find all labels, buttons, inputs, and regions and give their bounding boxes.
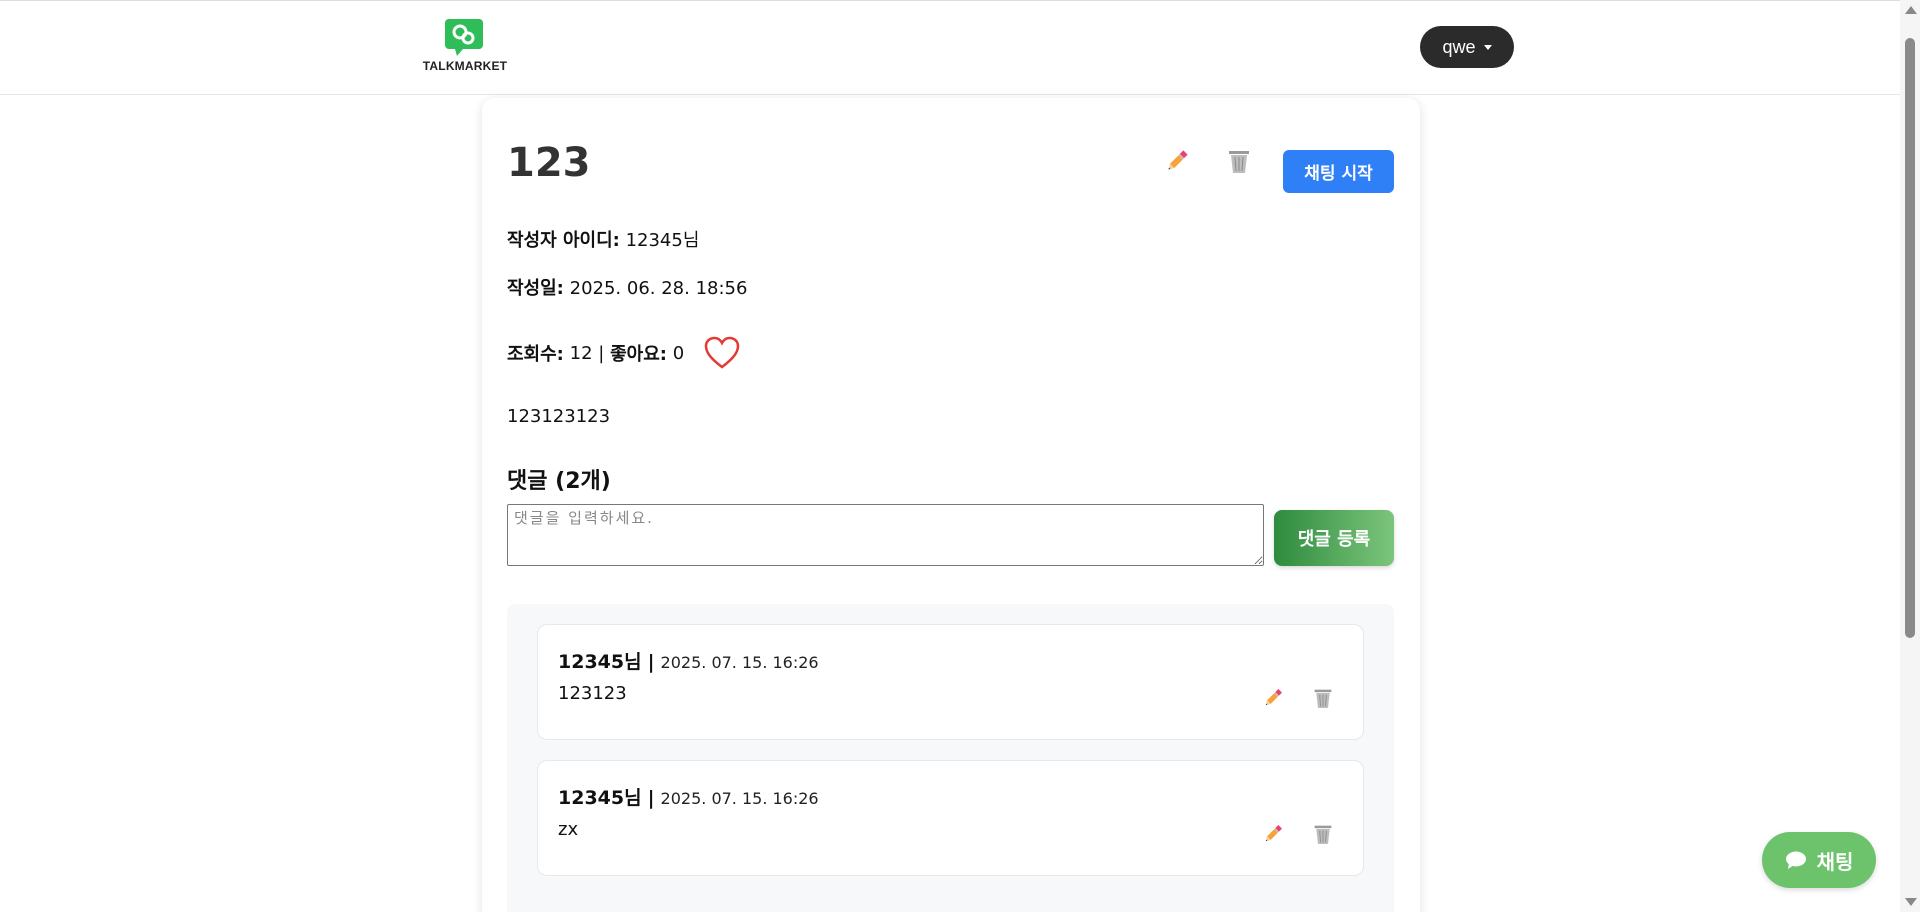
delete-post-button[interactable] — [1222, 144, 1256, 178]
delete-comment-button[interactable] — [1308, 683, 1338, 713]
likes-label: 좋아요: — [610, 344, 667, 365]
comment-text: zx — [558, 819, 579, 840]
logo-text: TALKMARKET — [422, 59, 508, 73]
author-row: 작성자 아이디: 12345님 — [507, 226, 699, 252]
date-row: 작성일: 2025. 06. 28. 18:56 — [507, 274, 747, 300]
scrollbar-thumb[interactable] — [1905, 38, 1915, 638]
comment-item: 12345님 | 2025. 07. 15. 16:26 zx — [537, 760, 1364, 876]
page-scrollbar[interactable] — [1900, 0, 1920, 912]
comment-date: 2025. 07. 15. 16:26 — [660, 653, 819, 672]
pencil-icon — [1265, 689, 1282, 706]
views-value: 12 — [569, 342, 593, 364]
comment-item: 12345님 | 2025. 07. 15. 16:26 123123 — [537, 624, 1364, 740]
trash-icon — [1229, 151, 1249, 173]
logo-icon — [445, 19, 485, 56]
talkmarket-logo[interactable]: TALKMARKET — [420, 15, 510, 77]
stats-separator: | — [598, 342, 605, 364]
post-title: 123 — [507, 140, 591, 186]
scroll-down-arrow-icon[interactable] — [1905, 898, 1917, 906]
likes-value: 0 — [672, 342, 685, 364]
chat-bubble-icon — [1785, 851, 1806, 869]
user-menu-button[interactable]: qwe — [1420, 26, 1514, 68]
edit-comment-button[interactable] — [1258, 683, 1288, 713]
floating-chat-button[interactable]: 채팅 — [1762, 832, 1876, 888]
post-content: 123123123 — [507, 406, 611, 427]
delete-comment-button[interactable] — [1308, 819, 1338, 849]
start-chat-button[interactable]: 채팅 시작 — [1283, 150, 1394, 193]
top-header: TALKMARKET qwe — [0, 0, 1900, 95]
pencil-icon — [1265, 825, 1282, 842]
comment-header: 12345님 | 2025. 07. 15. 16:26 — [558, 647, 819, 674]
trash-icon — [1314, 689, 1332, 708]
post-detail-card: 123 채팅 시작 작성자 아이디: 12345님 작성일: 2025. 06.… — [482, 98, 1420, 912]
caret-down-icon — [1483, 44, 1492, 50]
edit-post-button[interactable] — [1160, 144, 1194, 178]
comment-header: 12345님 | 2025. 07. 15. 16:26 — [558, 783, 819, 810]
views-label: 조회수: — [507, 344, 564, 365]
comment-separator: | — [647, 787, 655, 809]
comment-author: 12345님 — [558, 651, 642, 673]
like-button[interactable] — [704, 336, 740, 370]
comment-separator: | — [647, 651, 655, 673]
date-label: 작성일: — [507, 278, 564, 299]
floating-chat-label: 채팅 — [1816, 849, 1854, 874]
scroll-up-arrow-icon[interactable] — [1905, 6, 1917, 14]
comments-title: 댓글 (2개) — [507, 469, 611, 494]
author-label: 작성자 아이디: — [507, 230, 620, 251]
user-name: qwe — [1442, 36, 1476, 57]
comment-author: 12345님 — [558, 787, 642, 809]
stats-row: 조회수: 12 | 좋아요: 0 — [507, 336, 740, 370]
author-value: 12345님 — [625, 230, 700, 251]
pencil-icon — [1168, 150, 1188, 170]
trash-icon — [1314, 825, 1332, 844]
comment-input[interactable] — [507, 504, 1264, 566]
edit-comment-button[interactable] — [1258, 819, 1288, 849]
comment-date: 2025. 07. 15. 16:26 — [660, 789, 819, 808]
submit-comment-button[interactable]: 댓글 등록 — [1274, 510, 1394, 566]
comments-list: 12345님 | 2025. 07. 15. 16:26 123123 1234… — [507, 604, 1394, 912]
date-value: 2025. 06. 28. 18:56 — [569, 278, 748, 299]
comment-text: 123123 — [558, 683, 627, 704]
heart-icon — [704, 336, 740, 369]
